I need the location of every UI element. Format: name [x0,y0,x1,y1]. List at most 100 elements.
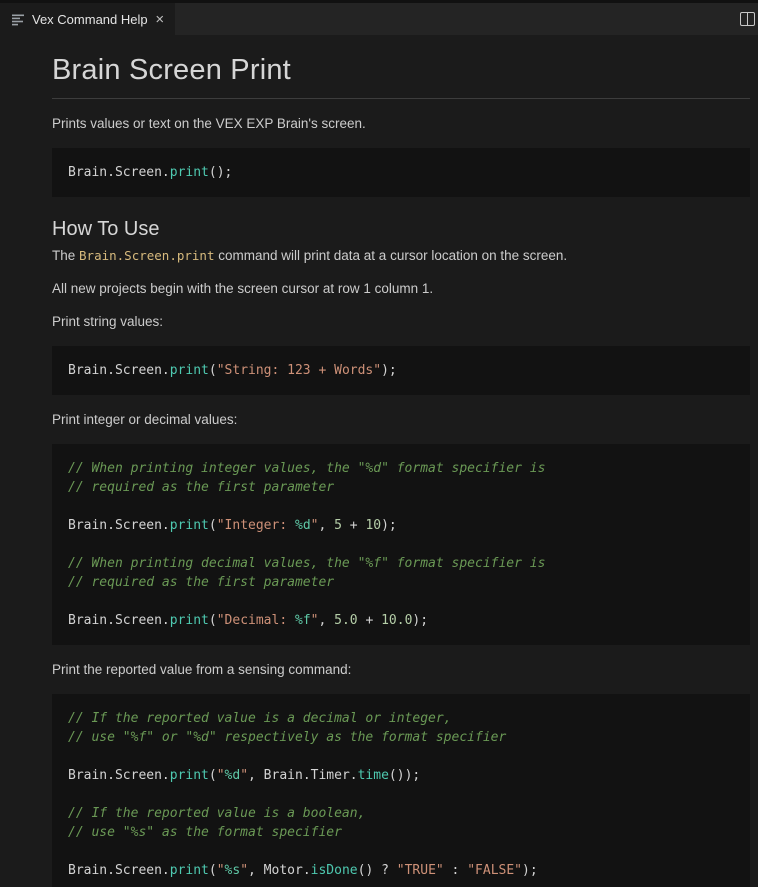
code-token-plain: + [342,518,365,533]
code-token-string: "FALSE" [467,863,522,878]
code-token-plain: , [318,613,334,628]
intro-paragraph: Prints values or text on the VEX EXP Bra… [52,116,750,132]
code-token-fmt: %d [295,518,311,533]
code-token-plain: : [444,863,467,878]
title-divider [52,98,750,99]
code-token-plain: ( [209,768,217,783]
code-token-string: " [240,768,248,783]
code-token-method: print [170,613,209,628]
code-token-plain: Brain.Screen. [68,518,170,533]
code-token-fmt: %f [295,613,311,628]
code-token-plain: () ? [358,863,397,878]
code-token-plain: ( [209,518,217,533]
code-token-plain: Brain.Screen. [68,363,170,378]
code-line: // use "%s" as the format specifier [68,823,740,842]
code-token-number: 5.0 [334,613,357,628]
code-token-string: "TRUE" [397,863,444,878]
tab-vex-command-help[interactable]: Vex Command Help × [0,3,175,35]
code-line: // When printing integer values, the "%d… [68,459,740,478]
editor-actions [740,3,757,35]
code-line [68,842,740,861]
print-string-label: Print string values: [52,314,750,330]
code-token-plain: ( [209,613,217,628]
code-block-sensing-example: // If the reported value is a decimal or… [52,694,750,887]
code-token-plain: Brain.Screen. [68,613,170,628]
code-line [68,497,740,516]
code-line: Brain.Screen.print("%s", Motor.isDone() … [68,861,740,880]
code-token-string: " [217,863,225,878]
code-token-plain: ()); [389,768,420,783]
command-description-paragraph: The Brain.Screen.print command will prin… [52,248,750,264]
code-block-usage: Brain.Screen.print(); [52,148,750,197]
code-token-method: print [170,863,209,878]
code-line: // use "%f" or "%d" respectively as the … [68,728,740,747]
command-description-pre: The [52,248,79,263]
code-line: // required as the first parameter [68,478,740,497]
code-token-plain: , Brain.Timer. [248,768,358,783]
code-block-string-example: Brain.Screen.print("String: 123 + Words"… [52,346,750,395]
code-token-method: print [170,165,209,180]
command-description-post: command will print data at a cursor loca… [214,248,567,263]
code-token-string: " [217,768,225,783]
print-numeric-label: Print integer or decimal values: [52,412,750,428]
code-token-method: print [170,518,209,533]
code-token-plain: Brain.Screen. [68,165,170,180]
tab-close-icon[interactable]: × [155,10,165,28]
code-token-fmt: %d [225,768,241,783]
page-title: Brain Screen Print [52,54,750,87]
new-projects-paragraph: All new projects begin with the screen c… [52,281,750,297]
code-token-plain: ); [522,863,538,878]
code-token-string: "Decimal: [217,613,295,628]
code-token-method: print [170,363,209,378]
code-token-comment: // When printing integer values, the "%d… [68,461,545,476]
code-line: Brain.Screen.print("%d", Brain.Timer.tim… [68,766,740,785]
code-token-plain: Brain.Screen. [68,768,170,783]
code-token-plain: , Motor. [248,863,311,878]
code-token-comment: // If the reported value is a boolean, [68,806,365,821]
code-token-plain: ); [381,518,397,533]
code-line: Brain.Screen.print("Integer: %d", 5 + 10… [68,516,740,535]
code-token-number: 5 [334,518,342,533]
code-token-plain: Brain.Screen. [68,863,170,878]
print-sensing-label: Print the reported value from a sensing … [52,662,750,678]
code-token-plain: (); [209,165,232,180]
code-token-method: print [170,768,209,783]
code-token-string: " [240,863,248,878]
code-line: Brain.Screen.print("Decimal: %f", 5.0 + … [68,611,740,630]
code-token-plain: ( [209,863,217,878]
code-line [68,747,740,766]
code-line [68,592,740,611]
code-token-plain: ); [412,613,428,628]
code-token-plain: + [358,613,381,628]
how-to-use-heading: How To Use [52,218,750,241]
code-token-string: "String: 123 + Words" [217,363,381,378]
code-line: Brain.Screen.print(); [68,163,740,182]
tab-title: Vex Command Help [32,12,148,27]
code-token-number: 10 [365,518,381,533]
help-article: Brain Screen Print Prints values or text… [0,54,758,887]
code-token-comment: // use "%s" as the format specifier [68,825,342,840]
inline-code-brain-screen-print: Brain.Screen.print [79,248,214,263]
code-token-comment: // use "%f" or "%d" respectively as the … [68,730,506,745]
code-token-string: "Integer: [217,518,295,533]
code-line [68,785,740,804]
code-block-numeric-example: // When printing integer values, the "%d… [52,444,750,645]
code-line: Brain.Screen.print("String: 123 + Words"… [68,361,740,380]
code-token-method: isDone [311,863,358,878]
code-token-plain: , [318,518,334,533]
preview-lines-icon [12,13,25,26]
code-token-plain: ); [381,363,397,378]
code-token-comment: // When printing decimal values, the "%f… [68,556,545,571]
code-line: // If the reported value is a boolean, [68,804,740,823]
code-token-method: time [358,768,389,783]
split-editor-icon[interactable] [740,12,755,26]
code-token-comment: // If the reported value is a decimal or… [68,711,452,726]
code-token-comment: // required as the first parameter [68,480,334,495]
code-line [68,535,740,554]
code-token-plain: ( [209,363,217,378]
editor-tab-bar: Vex Command Help × [0,0,758,35]
code-line: // If the reported value is a decimal or… [68,709,740,728]
code-token-comment: // required as the first parameter [68,575,334,590]
code-token-fmt: %s [225,863,241,878]
code-token-number: 10.0 [381,613,412,628]
